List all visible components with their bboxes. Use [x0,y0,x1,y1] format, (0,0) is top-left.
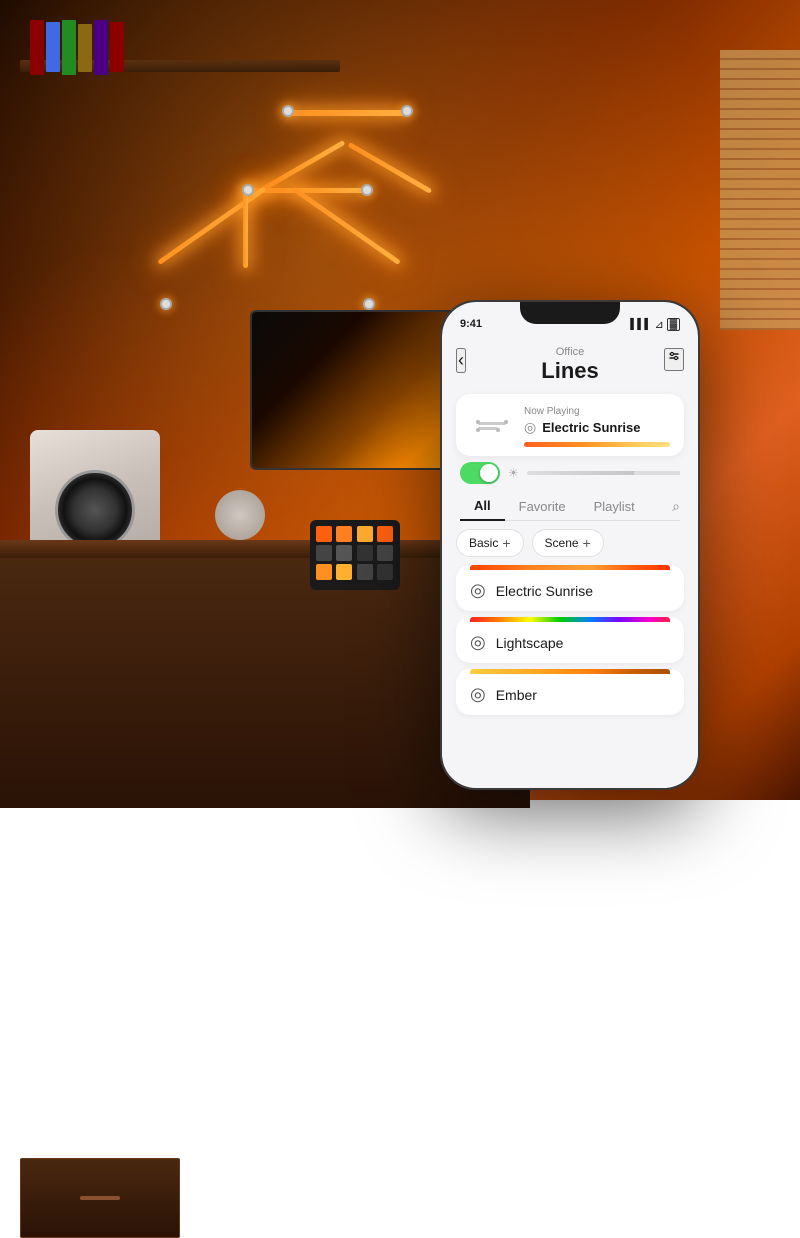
now-playing-card[interactable]: Now Playing ◎ Electric Sunrise [456,394,684,456]
phone-screen: 9:41 ▌▌▌ ⊿ ▓ ‹ Office Lines [442,302,698,788]
scene-inner-ember: ◎ Ember [470,674,670,715]
smart-speaker [215,490,265,540]
scene-inner-lightscape: ◎ Lightscape [470,622,670,663]
window-blinds [720,50,800,330]
brightness-slider[interactable] [527,471,680,475]
scene-inner-electric: ◎ Electric Sunrise [470,570,670,611]
pill-scene[interactable]: Scene + [532,529,604,557]
scene-name-electric: Electric Sunrise [496,583,593,599]
brightness-icon: ☀ [508,466,519,480]
scene-card-electric-sunrise[interactable]: ◎ Electric Sunrise [456,565,684,611]
settings-button[interactable] [664,348,684,371]
now-playing-label: Now Playing [524,406,670,417]
scene-drop-icon-ember: ◎ [470,684,486,705]
tabs-row: All Favorite Playlist ⌕ [460,492,680,521]
book-1 [30,20,44,75]
header-subtitle: Office [460,346,680,358]
wifi-icon: ⊿ [654,318,663,331]
book-5 [94,20,108,75]
scene-drop-icon-electric: ◎ [470,580,486,601]
now-playing-info: Now Playing ◎ Electric Sunrise [524,406,670,447]
app-header: ‹ Office Lines [442,338,698,390]
phone-body: 9:41 ▌▌▌ ⊿ ▓ ‹ Office Lines [440,300,700,790]
book-4 [78,24,92,72]
toggle-knob [480,464,498,482]
book-2 [46,22,60,72]
now-playing-name: Electric Sunrise [542,420,640,435]
scene-card-lightscape[interactable]: ◎ Lightscape [456,617,684,663]
book-3 [62,20,76,75]
back-button[interactable]: ‹ [456,348,466,373]
header-title: Lines [460,358,680,384]
signal-icon: ▌▌▌ [630,319,651,330]
scene-name-ember: Ember [496,687,537,703]
phone: 9:41 ▌▌▌ ⊿ ▓ ‹ Office Lines [440,300,700,790]
tab-favorite[interactable]: Favorite [505,493,580,520]
pills-row: Basic + Scene + [456,529,684,557]
drop-icon: ◎ [524,419,536,436]
drawer-handle [80,1196,120,1200]
pill-basic[interactable]: Basic + [456,529,524,557]
app-content: ‹ Office Lines [442,338,698,788]
power-toggle[interactable] [460,462,500,484]
now-playing-progress-bar [524,442,670,447]
status-time: 9:41 [460,318,482,330]
desk-drawer [20,1158,180,1238]
speaker-woofer [55,470,135,550]
status-icons: ▌▌▌ ⊿ ▓ [630,318,680,331]
book-6 [110,22,124,72]
search-icon[interactable]: ⌕ [672,498,680,515]
scene-name-lightscape: Lightscape [496,635,564,651]
phone-notch [520,302,620,324]
battery-icon: ▓ [667,318,680,331]
tab-playlist[interactable]: Playlist [580,493,649,520]
phone-power-button [698,402,700,452]
scene-drop-icon-lightscape: ◎ [470,632,486,653]
tab-all[interactable]: All [460,492,505,521]
scene-card-ember[interactable]: ◎ Ember [456,669,684,715]
device-icon [470,404,514,448]
controls-row: ☀ [460,462,680,484]
stream-deck [310,520,400,590]
